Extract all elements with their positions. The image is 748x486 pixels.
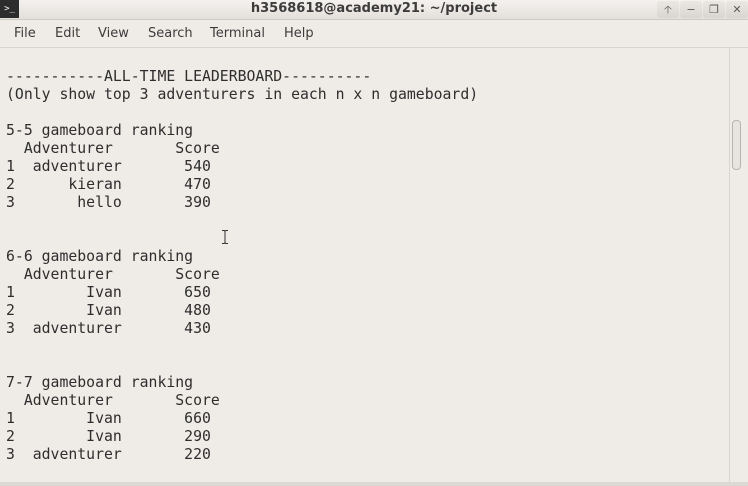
terminal-line: 1 Ivan 650 xyxy=(6,284,211,301)
vertical-scrollbar[interactable] xyxy=(729,48,743,482)
terminal-text: -----------ALL-TIME LEADERBOARD---------… xyxy=(6,68,478,464)
window-title: h3568618@academy21: ~/project xyxy=(250,1,498,16)
menu-edit[interactable]: Edit xyxy=(55,26,80,41)
menu-search[interactable]: Search xyxy=(148,26,193,41)
terminal-line: 3 adventurer 430 xyxy=(6,320,211,337)
window-bottom-edge xyxy=(0,482,748,486)
terminal-line: 1 Ivan 660 xyxy=(6,410,211,427)
terminal-output[interactable]: -----------ALL-TIME LEADERBOARD---------… xyxy=(0,48,729,482)
terminal-line: (Only show top 3 adventurers in each n x… xyxy=(6,86,479,103)
terminal-line: Adventurer Score xyxy=(6,392,220,409)
terminal-line: 2 Ivan 290 xyxy=(6,428,211,445)
minimize-icon[interactable]: − xyxy=(680,1,702,18)
up-arrow-icon[interactable]: 🡡 xyxy=(657,1,679,18)
terminal-line: 5-5 gameboard ranking xyxy=(6,122,194,139)
terminal-window: >_ h3568618@academy21: ~/project 🡡 − ❐ ✕… xyxy=(0,0,748,486)
terminal-line: 1 adventurer 540 xyxy=(6,158,211,175)
terminal-line: 2 Ivan 480 xyxy=(6,302,211,319)
maximize-icon[interactable]: ❐ xyxy=(703,1,725,18)
text-cursor-icon xyxy=(222,230,228,244)
menu-terminal[interactable]: Terminal xyxy=(210,26,265,41)
terminal-line: 7-7 gameboard ranking xyxy=(6,374,194,391)
menu-file[interactable]: File xyxy=(14,26,36,41)
close-icon[interactable]: ✕ xyxy=(726,1,748,18)
terminal-line: Adventurer Score xyxy=(6,140,220,157)
terminal-line: 3 adventurer 220 xyxy=(6,446,211,463)
menu-bar: File Edit View Search Terminal Help xyxy=(0,20,748,48)
window-controls: 🡡 − ❐ ✕ xyxy=(656,0,748,19)
terminal-line: 3 hello 390 xyxy=(6,194,211,211)
menu-view[interactable]: View xyxy=(98,26,129,41)
title-bar[interactable]: >_ h3568618@academy21: ~/project 🡡 − ❐ ✕ xyxy=(0,0,748,20)
terminal-line: 6-6 gameboard ranking xyxy=(6,248,194,265)
terminal-line: 2 kieran 470 xyxy=(6,176,211,193)
menu-help[interactable]: Help xyxy=(284,26,314,41)
scrollbar-thumb[interactable] xyxy=(732,120,741,170)
terminal-line: Adventurer Score xyxy=(6,266,220,283)
terminal-line: -----------ALL-TIME LEADERBOARD---------… xyxy=(6,68,372,85)
